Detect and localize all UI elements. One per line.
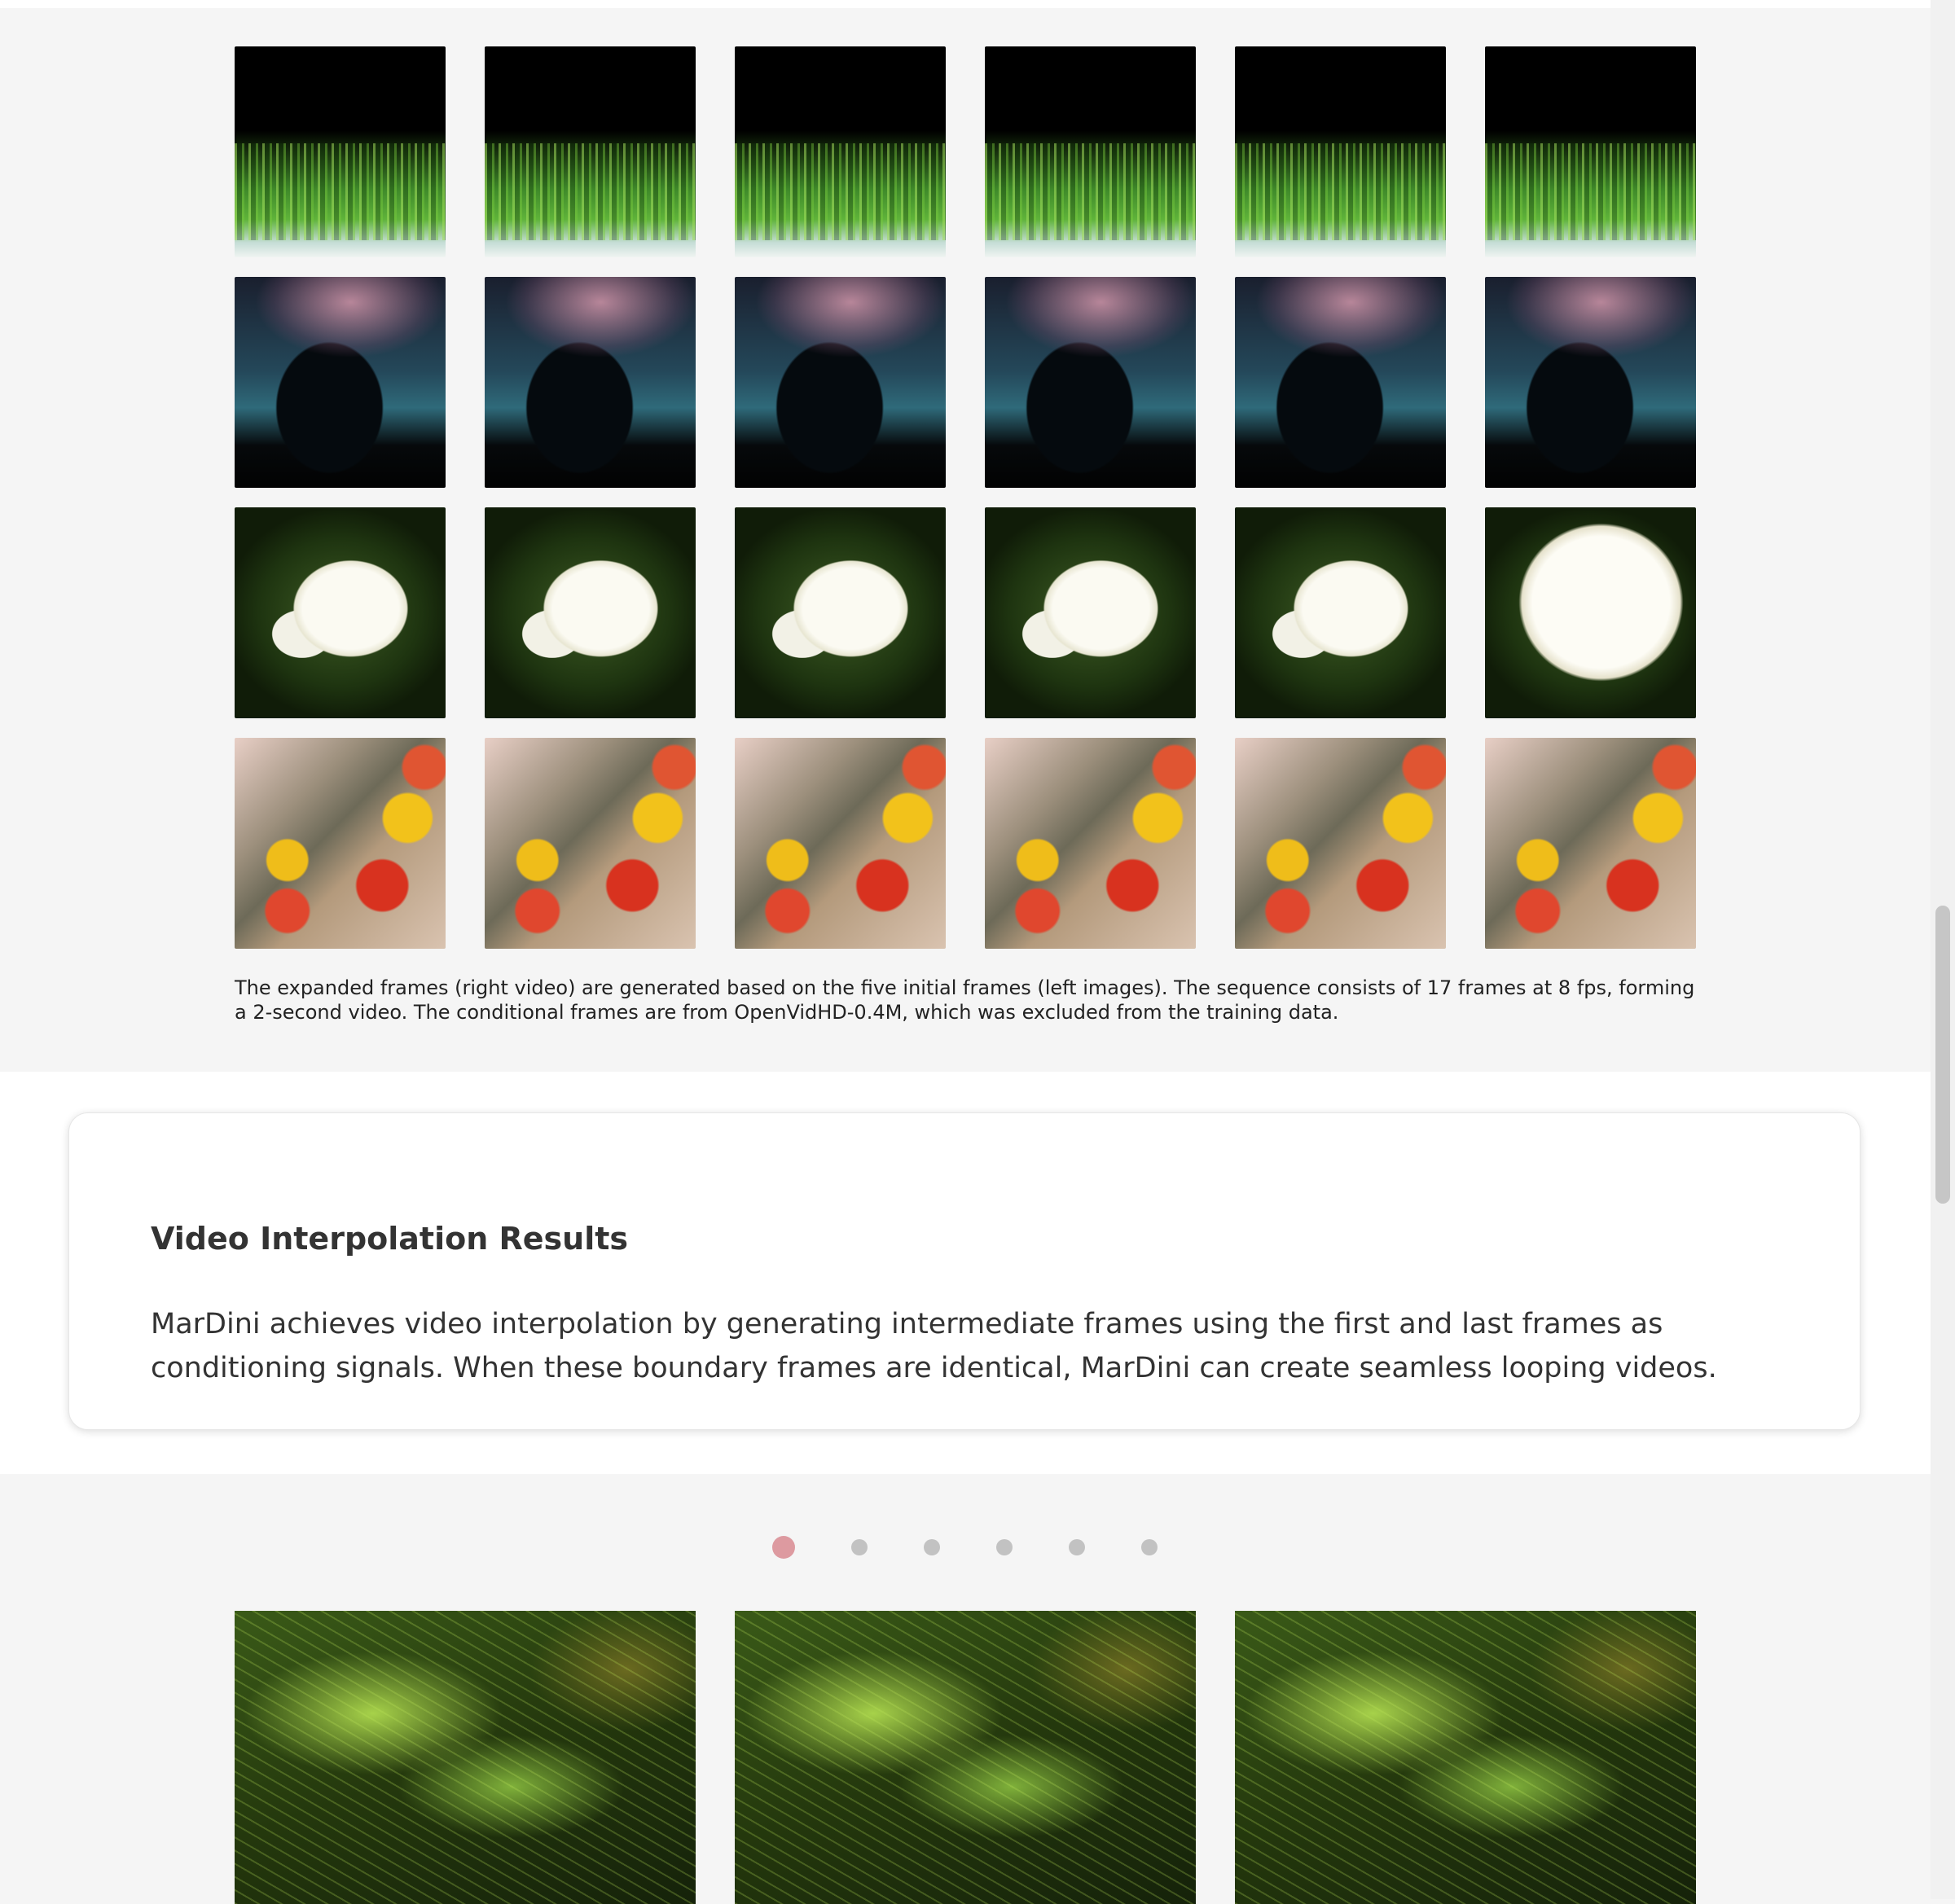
top-edge [0,0,1931,8]
telescope-frame-1 [235,277,446,488]
carousel-dot-2[interactable] [851,1539,868,1555]
grass-frame-2 [485,46,696,257]
carousel-dot-4[interactable] [996,1539,1013,1555]
telescope-frame-4 [985,277,1196,488]
frame-expansion-caption: The expanded frames (right video) are ge… [235,976,1695,1024]
carousel-dots [772,1534,1186,1559]
grass-frame-4 [985,46,1196,257]
fish-dish-frame-4 [985,738,1196,949]
telescope-frame-2 [485,277,696,488]
scrollbar-thumb[interactable] [1935,906,1950,1204]
carousel-dot-1[interactable] [772,1536,795,1559]
gardenia-frame-3 [735,507,946,718]
telescope-frame-3 [735,277,946,488]
frame-grid [235,46,1696,949]
grass-frame-1 [235,46,446,257]
frame-expansion-section [0,8,1931,1072]
carousel-dot-5[interactable] [1069,1539,1085,1555]
carousel-dot-3[interactable] [924,1539,940,1555]
interpolation-description: MarDini achieves video interpolation by … [151,1308,1717,1384]
gardenia-frame-4 [985,507,1196,718]
fish-dish-frame-1 [235,738,446,949]
grass-frame-5 [1235,46,1446,257]
fish-dish-frame-5 [1235,738,1446,949]
interpolation-section: Video Interpolation Results MarDini achi… [0,1072,1931,1474]
carousel-videos [235,1611,1696,1904]
fish-dish-video[interactable] [1485,738,1696,949]
interpolation-carousel [0,1474,1931,1904]
interpolation-card: Video Interpolation Results MarDini achi… [68,1112,1861,1430]
carousel-dot-6[interactable] [1141,1539,1158,1555]
grass-frame-3 [735,46,946,257]
gardenia-video[interactable] [1485,507,1696,718]
telescope-video[interactable] [1485,277,1696,488]
telescope-frame-5 [1235,277,1446,488]
fish-dish-frame-2 [485,738,696,949]
gardenia-frame-1 [235,507,446,718]
fish-dish-frame-3 [735,738,946,949]
interp-last-frame [1235,1611,1696,1904]
scrollbar-track[interactable] [1931,0,1955,1899]
gardenia-frame-2 [485,507,696,718]
gardenia-frame-5 [1235,507,1446,718]
interpolation-title: Video Interpolation Results [151,1221,629,1257]
grass-video[interactable] [1485,46,1696,257]
interp-result-video[interactable] [735,1611,1196,1904]
interp-first-frame [235,1611,696,1904]
